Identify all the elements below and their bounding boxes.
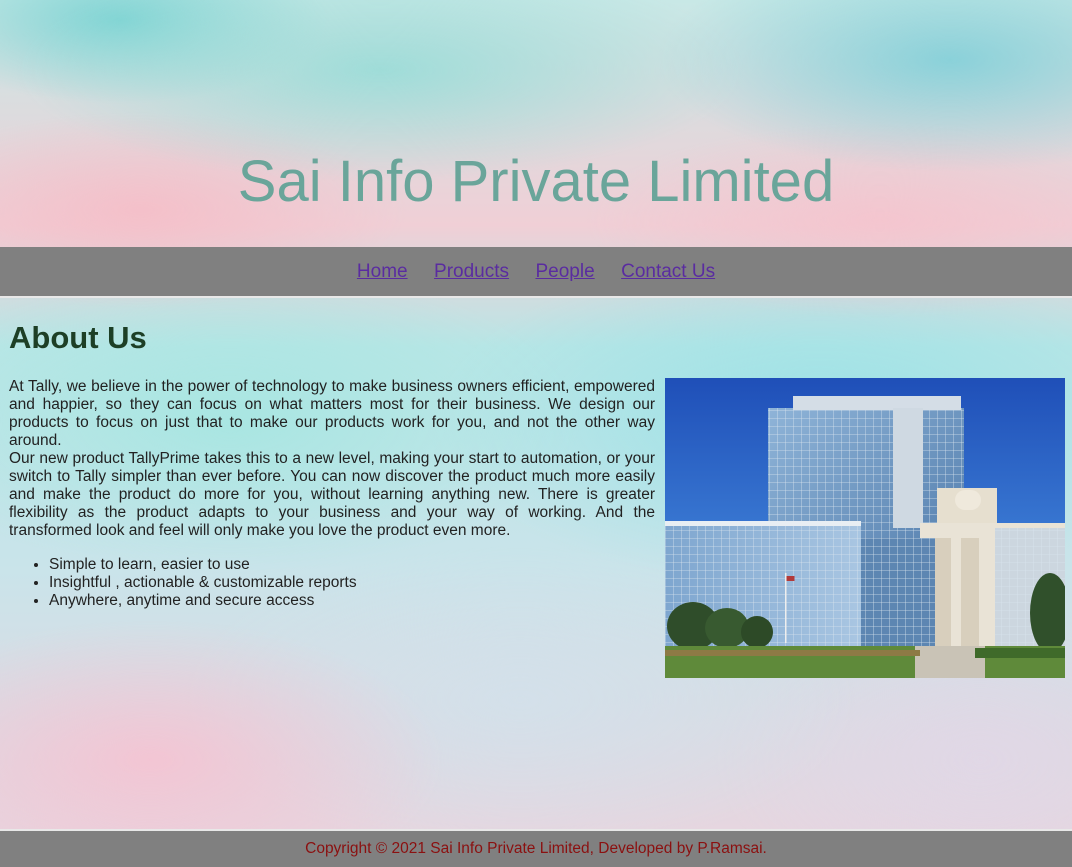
footer: Copyright © 2021 Sai Info Private Limite… (0, 829, 1072, 867)
site-title: Sai Info Private Limited (237, 149, 835, 214)
nav-link-contact-us[interactable]: Contact Us (621, 247, 715, 297)
about-paragraph-1: At Tally, we believe in the power of tec… (9, 378, 655, 449)
list-item: Anywhere, anytime and secure access (49, 592, 655, 610)
nav-link-products[interactable]: Products (434, 247, 509, 297)
features-list: Simple to learn, easier to use Insightfu… (9, 556, 655, 610)
header-banner: Sai Info Private Limited (0, 0, 1072, 247)
about-paragraph-2: Our new product TallyPrime takes this to… (9, 450, 655, 539)
about-section: About Us At Tally, we believe in the pow… (9, 298, 1065, 678)
about-heading: About Us (9, 320, 147, 355)
copyright-text: Copyright © 2021 Sai Info Private Limite… (305, 840, 767, 857)
office-building-image (665, 378, 1065, 678)
list-item: Insightful , actionable & customizable r… (49, 574, 655, 592)
about-text-column: At Tally, we believe in the power of tec… (9, 378, 655, 610)
list-item: Simple to learn, easier to use (49, 556, 655, 574)
nav-link-people[interactable]: People (535, 247, 594, 297)
main-navbar: Home Products People Contact Us (0, 247, 1072, 298)
nav-link-home[interactable]: Home (357, 247, 408, 297)
